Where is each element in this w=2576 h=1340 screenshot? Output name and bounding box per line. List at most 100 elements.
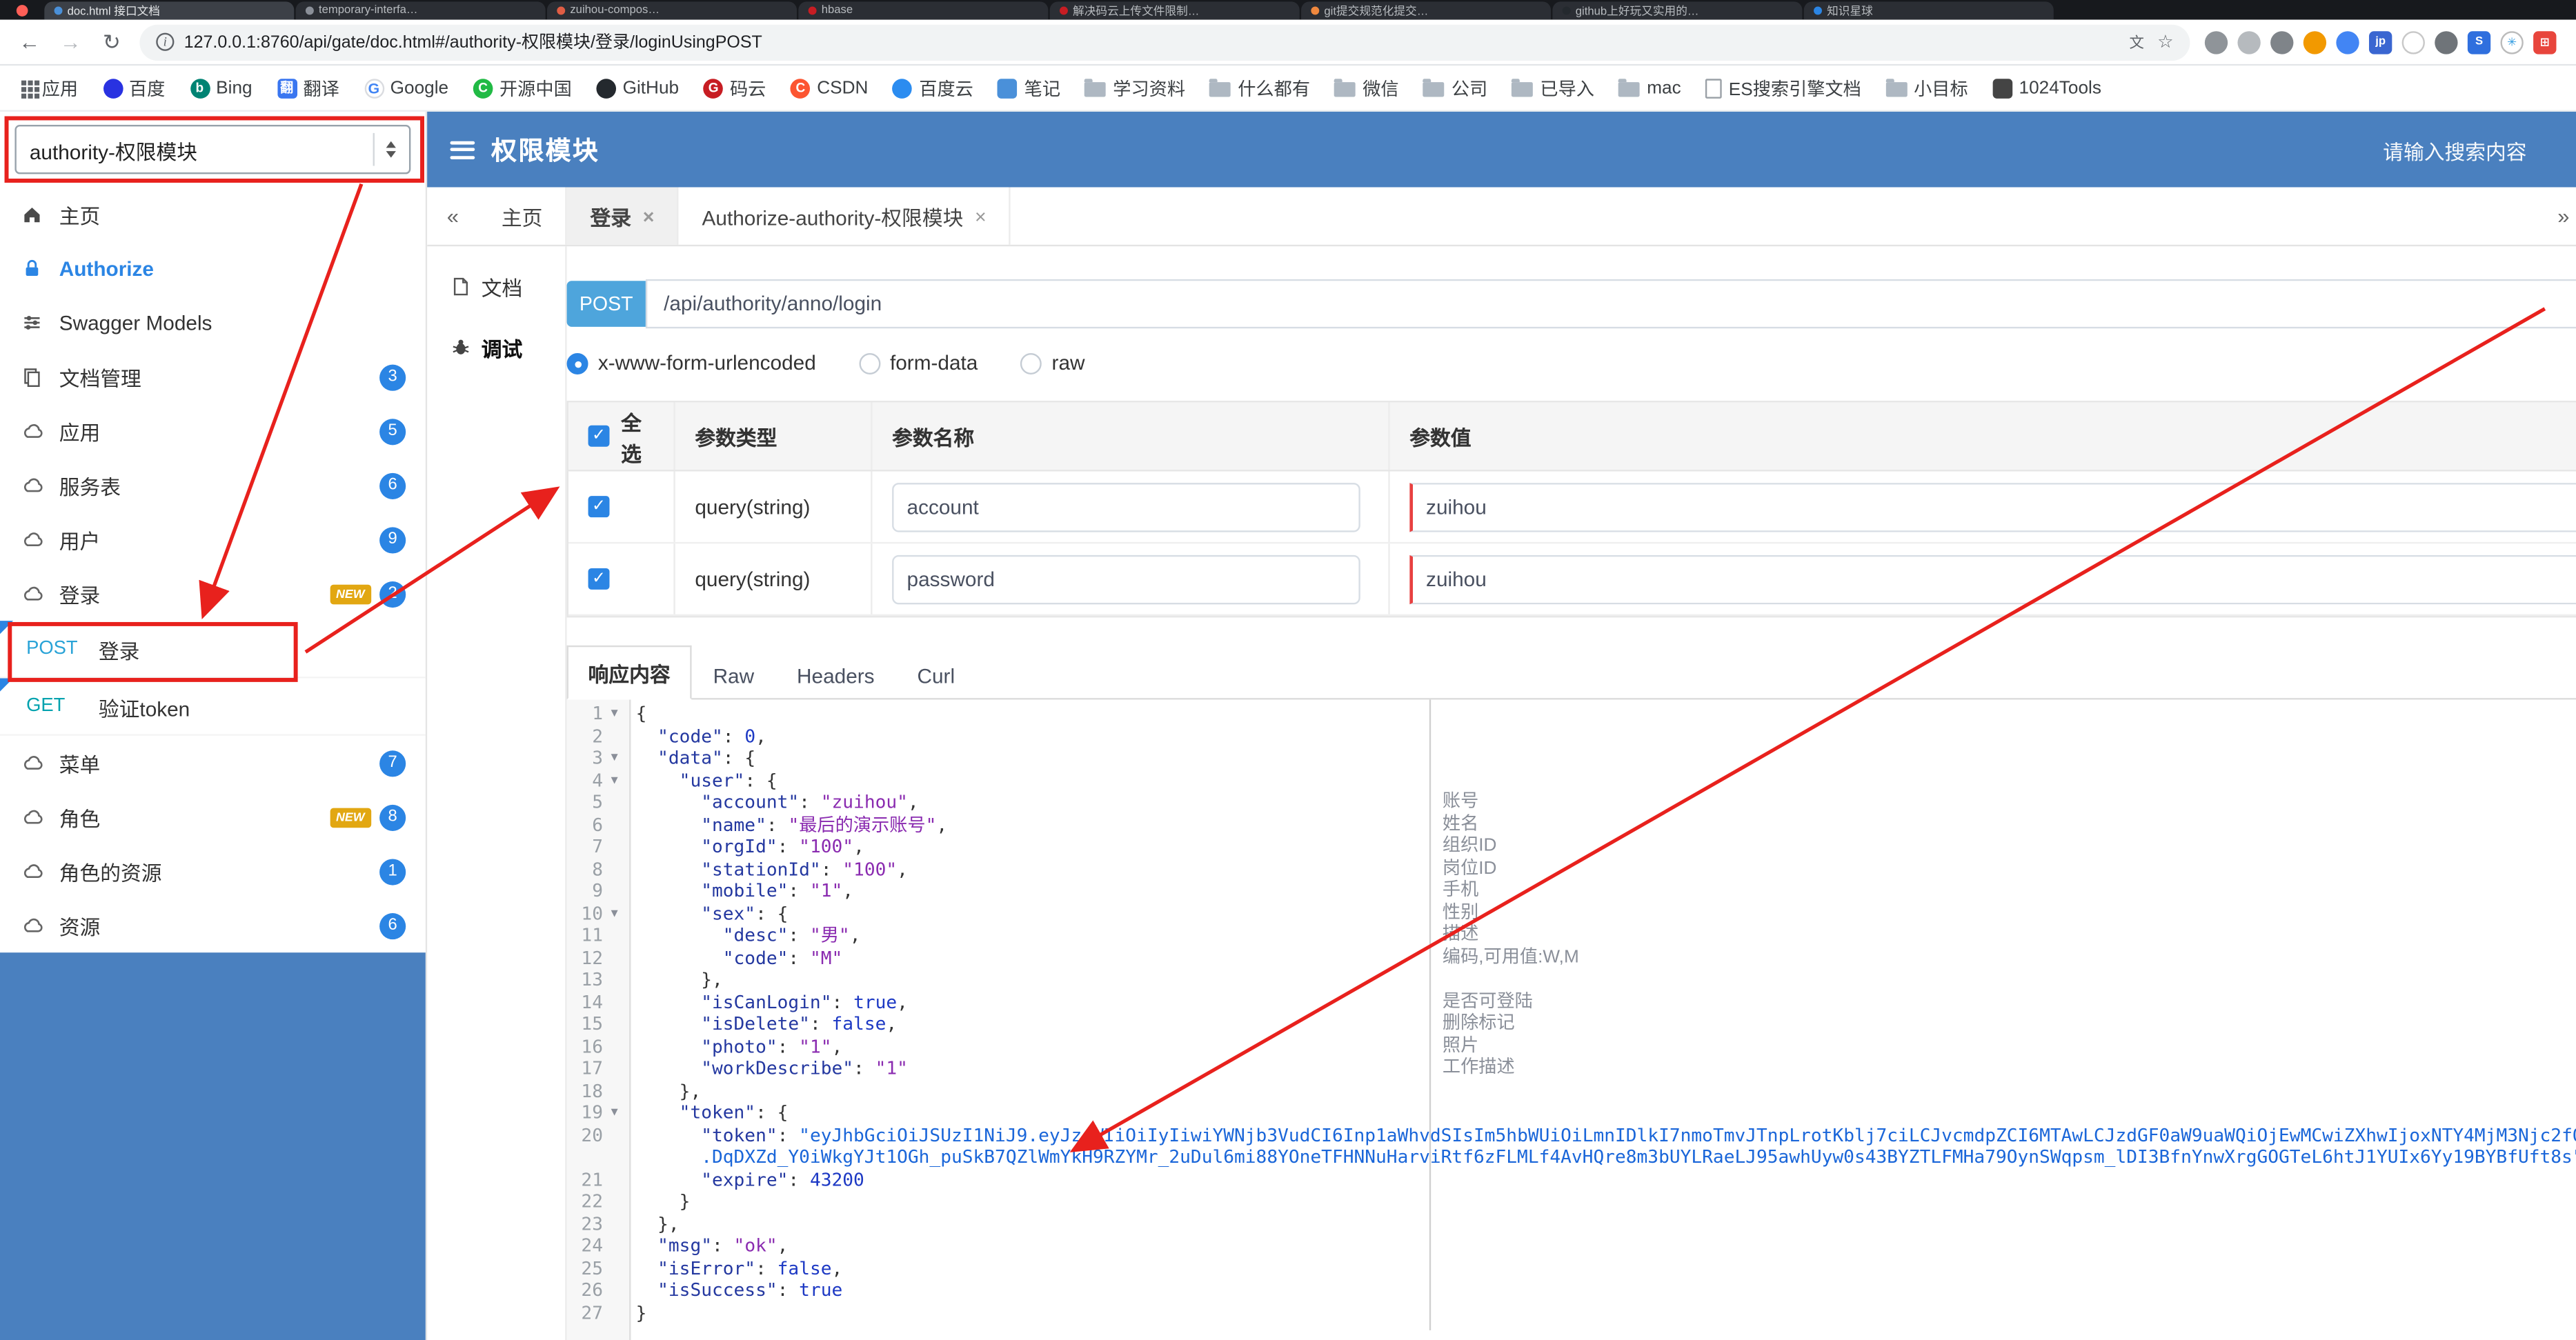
fold-icon[interactable]: ▼ [603,748,626,770]
response-tab[interactable]: Curl [896,654,977,700]
browser-tab[interactable]: doc.html 接口文档 [44,1,295,20]
nav-document[interactable]: 文档 [427,271,565,302]
bookmark-item[interactable]: 笔记 [998,74,1060,101]
param-value-input[interactable] [1409,554,2576,604]
radio-icon[interactable] [1020,352,1042,374]
api-subitem-get[interactable]: GET 验证token [0,678,426,736]
browser-tab[interactable]: 知识星球 [1803,1,2054,20]
sidebar-item-9[interactable]: 角色 NEW 8 [0,790,426,844]
jp-extension-icon[interactable]: jp [2368,30,2392,54]
response-tab[interactable]: Headers [775,654,895,700]
bookmark-item[interactable]: 应用 [20,74,78,101]
collapse-tabs-icon[interactable]: « [427,187,478,244]
bookmark-item[interactable]: 什么都有 [1209,74,1310,101]
tab-2[interactable]: Authorize-authority-权限模块 × [679,187,1011,245]
sidebar-item-11[interactable]: 资源 6 [0,899,426,953]
reload-icon[interactable]: ↻ [99,29,125,55]
content-type-option[interactable]: x-www-form-urlencoded [566,352,816,374]
header-search-input[interactable]: 请输入搜索内容 [2383,134,2553,165]
fold-icon[interactable]: ▼ [603,1102,626,1124]
response-tab[interactable]: Raw [692,654,775,700]
browser-tab[interactable]: git提交规范化提交… [1301,1,1552,20]
browser-tab[interactable]: hbase [798,1,1049,20]
close-icon[interactable]: × [975,204,987,227]
request-url-input[interactable]: /api/authority/anno/login [645,279,2576,329]
bookmark-item[interactable]: GitHub [596,78,679,98]
red-grid-extension-icon[interactable]: ⊞ [2533,30,2557,54]
param-name-input[interactable] [892,481,1360,532]
tab-0[interactable]: 主页 [479,187,568,245]
sidebar-item-7[interactable]: 登录 NEW 2 [0,567,426,621]
close-icon[interactable]: × [643,204,655,227]
content-type-option[interactable]: raw [1020,352,1085,374]
fold-icon[interactable]: ▼ [603,703,626,725]
sidebar-item-1[interactable]: Authorize [0,241,426,296]
bookmark-item[interactable]: 百度 [102,74,165,101]
browser-tab[interactable]: zuihou-compos… [547,1,797,20]
forward-icon[interactable]: → [57,30,83,54]
sidebar-item-6[interactable]: 用户 9 [0,512,426,567]
sidebar-item-5[interactable]: 服务表 6 [0,458,426,512]
browser-tab[interactable]: 解决码云上传文件限制… [1049,1,1300,20]
shield-extension-icon[interactable] [2435,30,2458,54]
snowflake-extension-icon[interactable]: ✳ [2500,30,2524,54]
back-icon[interactable]: ← [17,30,43,54]
bookmark-item[interactable]: 百度云 [893,74,973,101]
radio-icon[interactable] [566,352,588,374]
select-stepper-icon[interactable] [373,132,396,166]
white-ring-extension-icon[interactable] [2401,30,2425,54]
nav-debug[interactable]: 调试 [427,332,565,363]
content-tab-bar: « 主页 登录 × Authorize-authority-权限模块 × » [427,187,2576,247]
browser-tab[interactable]: github上好玩又实用的… [1552,1,1803,20]
bookmark-item[interactable]: mac [1618,78,1681,98]
bookmark-item[interactable]: 1024Tools [1992,78,2101,98]
bookmark-item[interactable]: C CSDN [791,78,868,98]
select-all-checkbox[interactable]: ✓ [588,425,610,447]
bookmark-item[interactable]: 小目标 [1885,74,1968,101]
radio-icon[interactable] [858,352,880,374]
bookmark-item[interactable]: G Google [364,78,448,98]
api-subitem-post[interactable]: POST 登录 [0,621,426,679]
sidebar-item-0[interactable]: 主页 [0,187,426,241]
bookmark-item[interactable]: 公司 [1423,74,1487,101]
fold-icon[interactable]: ▼ [603,770,626,792]
sidebar-item-10[interactable]: 角色的资源 1 [0,844,426,899]
bookmark-item[interactable]: ES搜索引擎文档 [1705,74,1861,101]
info-extension-icon[interactable] [2237,30,2261,54]
row-checkbox[interactable]: ✓ [588,568,610,590]
bookmark-item[interactable]: 微信 [1334,74,1399,101]
response-tab[interactable]: 响应内容 [566,645,692,700]
param-name-input[interactable] [892,554,1360,604]
page-info-icon[interactable]: i [156,32,175,51]
screenshot-extension-icon[interactable] [2204,30,2228,54]
content-type-option[interactable]: form-data [858,352,978,374]
window-close-icon[interactable] [16,5,28,17]
sidebar-item-3[interactable]: 文档管理 3 [0,350,426,404]
address-bar[interactable]: i 127.0.0.1:8760/api/gate/doc.html#/auth… [139,23,2190,60]
bookmark-item[interactable]: 学习资料 [1084,74,1185,101]
lightning-extension-icon[interactable] [2270,30,2294,54]
row-checkbox[interactable]: ✓ [588,496,610,518]
sidebar-item-2[interactable]: Swagger Models [0,296,426,350]
bookmark-item[interactable]: 已导入 [1512,74,1594,101]
browser-tab[interactable]: temporary-interfa… [295,1,546,20]
param-value-input[interactable] [1409,481,2576,532]
bookmark-star-icon[interactable]: ☆ [2157,31,2174,53]
blue-paw-extension-icon[interactable] [2336,30,2359,54]
fold-icon[interactable]: ▼ [603,903,626,925]
bookmark-item[interactable]: G 码云 [703,74,766,101]
bookmark-item[interactable]: C 开源中国 [473,74,572,101]
expand-tabs-icon[interactable]: » [2551,187,2576,244]
sidebar-item-8[interactable]: 菜单 7 [0,736,426,790]
code-line: 13 }, [567,969,2576,991]
tab-1[interactable]: 登录 × [567,187,680,245]
bookmark-item[interactable]: b Bing [190,78,252,98]
menu-toggle-icon[interactable] [450,140,475,159]
sogou-extension-icon[interactable]: S [2467,30,2491,54]
translate-icon[interactable]: 文 [2130,31,2144,52]
response-body-editor[interactable]: 账号 姓名 组织ID 岗位ID 手机 性别 描述 编码,可用值:W,M 是否可登陆 删除标记 照片工… [566,699,2576,1340]
bookmark-item[interactable]: 翻翻译 [277,74,339,101]
sidebar-item-4[interactable]: 应用 5 [0,404,426,459]
module-select[interactable]: authority-权限模块 [14,124,411,174]
orange-extension-icon[interactable] [2303,30,2327,54]
